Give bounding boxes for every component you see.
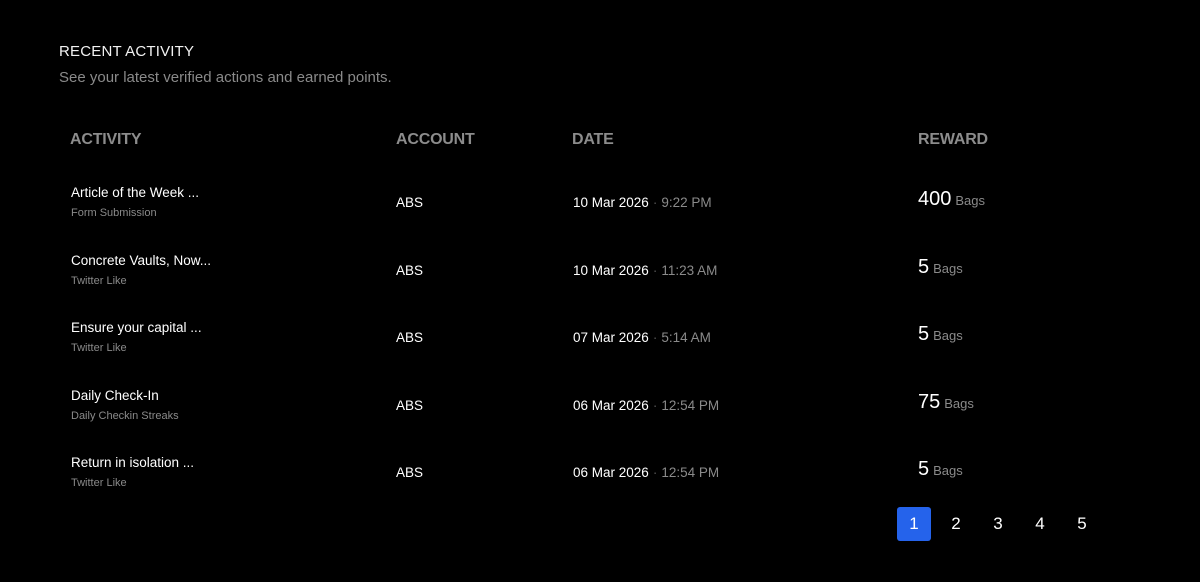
reward-unit: Bags [933,463,963,478]
time-value: 12:54 PM [661,465,720,480]
activity-title: Concrete Vaults, Now... [71,253,212,268]
table-row: Daily Check-In Daily Checkin Streaks ABS… [0,388,1200,455]
account-cell: ABS [396,263,424,278]
reward-cell: 400 Bags [918,188,985,211]
page-button-5[interactable]: 5 [1065,507,1099,541]
reward-cell: 5 Bags [918,323,963,346]
table-row: Article of the Week ... Form Submission … [0,185,1200,252]
date-separator: · [652,398,658,413]
column-header-date: DATE [572,131,614,148]
account-cell: ABS [396,195,424,210]
account-cell: ABS [396,398,424,413]
activity-type: Daily Checkin Streaks [71,410,179,422]
date-value: 06 Mar 2026 [573,465,649,480]
page-button-2[interactable]: 2 [939,507,973,541]
reward-cell: 5 Bags [918,458,963,481]
reward-cell: 5 Bags [918,256,963,279]
activity-type: Twitter Like [71,477,127,489]
activity-type: Twitter Like [71,275,127,287]
activity-title: Article of the Week ... [71,185,200,200]
date-cell: 06 Mar 2026 · 12:54 PM [573,465,719,480]
activity-title: Daily Check-In [71,388,159,403]
column-header-activity: ACTIVITY [70,131,142,148]
page-button-4[interactable]: 4 [1023,507,1057,541]
reward-unit: Bags [944,396,974,411]
date-separator: · [652,330,658,345]
table-row: Concrete Vaults, Now... Twitter Like ABS… [0,253,1200,320]
reward-amount: 5 [918,323,930,345]
page-button-3[interactable]: 3 [981,507,1015,541]
date-value: 10 Mar 2026 [573,263,649,278]
time-value: 5:14 AM [661,330,711,345]
reward-unit: Bags [933,328,963,343]
time-value: 9:22 PM [661,195,712,210]
activity-type: Form Submission [71,207,157,219]
date-value: 06 Mar 2026 [573,398,649,413]
column-header-account: ACCOUNT [396,131,475,148]
section-title: RECENT ACTIVITY [59,43,195,60]
recent-activity-panel: RECENT ACTIVITY See your latest verified… [0,0,1200,582]
date-cell: 10 Mar 2026 · 11:23 AM [573,263,717,278]
section-subtitle: See your latest verified actions and ear… [59,69,392,86]
account-cell: ABS [396,465,424,480]
date-separator: · [652,195,658,210]
reward-unit: Bags [933,261,963,276]
reward-amount: 5 [918,458,930,480]
reward-unit: Bags [955,193,986,208]
table-row: Ensure your capital ... Twitter Like ABS… [0,320,1200,387]
activity-title: Ensure your capital ... [71,320,202,335]
activity-title: Return in isolation ... [71,455,195,470]
date-separator: · [652,465,658,480]
page-button-1[interactable]: 1 [897,507,931,541]
pagination: 1 2 3 4 5 [897,507,1107,541]
date-separator: · [652,263,658,278]
account-cell: ABS [396,330,424,345]
date-cell: 06 Mar 2026 · 12:54 PM [573,398,719,413]
date-cell: 10 Mar 2026 · 9:22 PM [573,195,712,210]
time-value: 11:23 AM [661,263,718,278]
date-cell: 07 Mar 2026 · 5:14 AM [573,330,711,345]
activity-type: Twitter Like [71,342,127,354]
reward-amount: 400 [918,188,952,210]
time-value: 12:54 PM [661,398,720,413]
date-value: 10 Mar 2026 [573,195,649,210]
column-header-reward: REWARD [918,131,988,148]
reward-amount: 5 [918,256,930,278]
reward-cell: 75 Bags [918,391,974,414]
reward-amount: 75 [918,391,941,413]
date-value: 07 Mar 2026 [573,330,649,345]
